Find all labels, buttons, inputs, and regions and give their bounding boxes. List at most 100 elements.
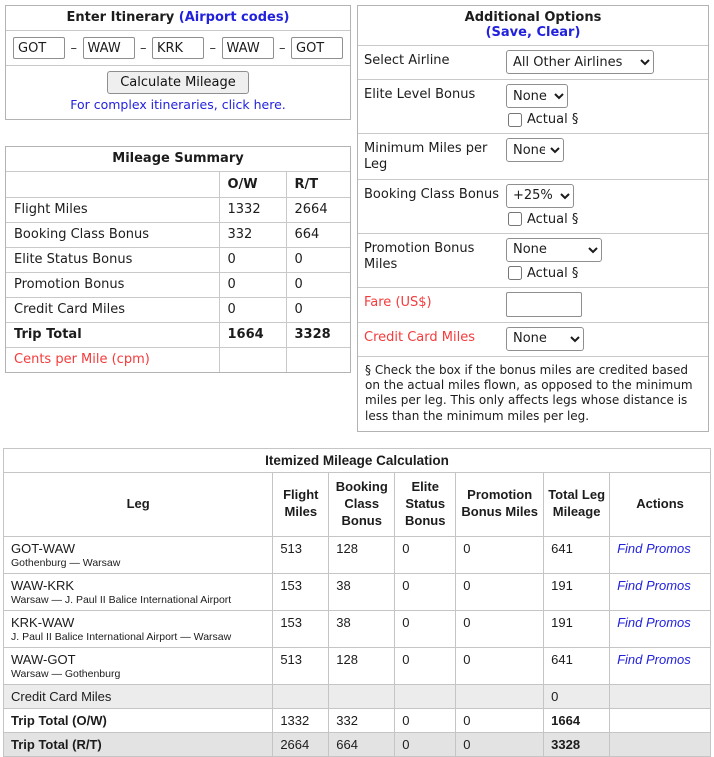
- find-promos-link[interactable]: Find Promos: [617, 576, 691, 593]
- promotion-bonus-label: Promotion Bonus Miles: [364, 238, 502, 282]
- dash-separator: –: [140, 41, 147, 56]
- leg-code: GOT-WAW: [11, 539, 265, 556]
- table-row: Booking Class Bonus 332 664: [6, 222, 350, 247]
- calculate-mileage-button[interactable]: Calculate Mileage: [107, 71, 249, 94]
- booking-bonus-value: 38: [329, 610, 395, 647]
- option-row-minimum-miles: Minimum Miles per Leg None: [358, 134, 708, 180]
- table-row: Trip Total 1664 3328: [6, 322, 350, 347]
- elite-bonus-value: 0: [395, 536, 456, 573]
- total-leg-value: 641: [544, 536, 610, 573]
- col-header-booking-class-bonus: Booking Class Bonus: [329, 472, 395, 536]
- leg-route: Warsaw — J. Paul II Balice International…: [11, 594, 265, 606]
- booking-class-select[interactable]: +25%: [506, 184, 574, 208]
- booking-bonus-value: 38: [329, 573, 395, 610]
- elite-actual-checkbox[interactable]: [508, 113, 522, 127]
- leg-row: KRK-WAW J. Paul II Balice International …: [4, 610, 711, 647]
- summary-col-rt: R/T: [286, 172, 350, 197]
- ow-value: 0: [219, 272, 286, 297]
- leg-route: Warsaw — Gothenburg: [11, 668, 265, 680]
- total-leg-value: 1664: [544, 708, 610, 732]
- itemized-mileage-table: Itemized Mileage Calculation Leg Flight …: [3, 448, 711, 757]
- credit-card-select[interactable]: None: [506, 327, 584, 351]
- col-header-actions: Actions: [610, 472, 711, 536]
- booking-bonus-value: 332: [329, 708, 395, 732]
- total-leg-value: 191: [544, 573, 610, 610]
- find-promos-link[interactable]: Find Promos: [617, 650, 691, 667]
- save-link[interactable]: Save: [492, 25, 527, 40]
- flight-miles-value: 1332: [273, 708, 329, 732]
- credit-card-label: Credit Card Miles: [364, 327, 502, 351]
- airport-input-1[interactable]: [13, 37, 65, 59]
- itemized-title-row: Itemized Mileage Calculation: [4, 448, 711, 472]
- ow-value: 1332: [219, 197, 286, 222]
- minimum-miles-label: Minimum Miles per Leg: [364, 138, 502, 174]
- row-label: Flight Miles: [6, 197, 219, 222]
- total-leg-value: 641: [544, 647, 610, 684]
- leg-route: Gothenburg — Warsaw: [11, 557, 265, 569]
- promo-bonus-value: 0: [456, 647, 544, 684]
- itemized-header-row: Leg Flight Miles Booking Class Bonus Eli…: [4, 472, 711, 536]
- elite-bonus-select[interactable]: None: [506, 84, 568, 108]
- airport-input-2[interactable]: [83, 37, 135, 59]
- dash-separator: –: [279, 41, 286, 56]
- booking-bonus-value: 128: [329, 647, 395, 684]
- rt-value: 3328: [286, 322, 350, 347]
- booking-bonus-value: 664: [329, 732, 395, 756]
- promo-bonus-value: 0: [456, 536, 544, 573]
- elite-bonus-value: 0: [395, 573, 456, 610]
- find-promos-link[interactable]: Find Promos: [617, 613, 691, 630]
- airport-codes-link[interactable]: (Airport codes): [179, 10, 290, 25]
- leg-code: KRK-WAW: [11, 613, 265, 630]
- airport-input-3[interactable]: [152, 37, 204, 59]
- col-header-flight-miles: Flight Miles: [273, 472, 329, 536]
- promo-bonus-value: 0: [456, 610, 544, 647]
- promotion-bonus-select[interactable]: None: [506, 238, 602, 262]
- row-label: Credit Card Miles: [4, 684, 273, 708]
- promo-bonus-value: 0: [456, 732, 544, 756]
- leg-code: WAW-KRK: [11, 576, 265, 593]
- left-column: Enter Itinerary (Airport codes) – – – – …: [5, 5, 351, 373]
- row-label: Cents per Mile (cpm): [6, 347, 219, 372]
- airport-input-5[interactable]: [291, 37, 343, 59]
- row-label: Elite Status Bonus: [6, 247, 219, 272]
- minimum-miles-select[interactable]: None: [506, 138, 564, 162]
- actual-label: Actual §: [527, 212, 578, 227]
- elite-bonus-label: Elite Level Bonus: [364, 84, 502, 128]
- top-section: Enter Itinerary (Airport codes) – – – – …: [0, 0, 714, 432]
- row-label: Trip Total (R/T): [4, 732, 273, 756]
- airport-input-4[interactable]: [222, 37, 274, 59]
- credit-card-miles-row: Credit Card Miles 0: [4, 684, 711, 708]
- promotion-actual-option: Actual §: [508, 266, 702, 281]
- actual-label: Actual §: [527, 266, 578, 281]
- airline-label: Select Airline: [364, 50, 502, 74]
- fare-input[interactable]: [506, 292, 582, 317]
- row-label: Trip Total (O/W): [4, 708, 273, 732]
- summary-header-row: O/W R/T: [6, 172, 350, 197]
- find-promos-link[interactable]: Find Promos: [617, 539, 691, 556]
- rt-value: 0: [286, 247, 350, 272]
- flight-miles-value: 513: [273, 536, 329, 573]
- col-header-leg: Leg: [4, 472, 273, 536]
- option-row-airline: Select Airline All Other Airlines: [358, 46, 708, 80]
- promotion-actual-checkbox[interactable]: [508, 266, 522, 280]
- itinerary-panel: Enter Itinerary (Airport codes) – – – – …: [5, 5, 351, 120]
- ow-value: 0: [219, 297, 286, 322]
- options-title-text: Additional Options: [362, 10, 704, 25]
- itinerary-actions: Calculate Mileage For complex itinerarie…: [6, 66, 350, 119]
- elite-bonus-value: 0: [395, 708, 456, 732]
- table-row: Elite Status Bonus 0 0: [6, 247, 350, 272]
- row-label: Credit Card Miles: [6, 297, 219, 322]
- actual-label: Actual §: [527, 112, 578, 127]
- leg-route: J. Paul II Balice International Airport …: [11, 631, 265, 643]
- rt-value: 664: [286, 222, 350, 247]
- table-row: Cents per Mile (cpm): [6, 347, 350, 372]
- clear-link[interactable]: Clear: [536, 25, 574, 40]
- airline-select[interactable]: All Other Airlines: [506, 50, 654, 74]
- col-header-promotion-bonus-miles: Promotion Bonus Miles: [456, 472, 544, 536]
- elite-bonus-value: 0: [395, 732, 456, 756]
- itinerary-panel-title: Enter Itinerary (Airport codes): [6, 6, 350, 31]
- booking-actual-checkbox[interactable]: [508, 212, 522, 226]
- additional-options-title: Additional Options (Save, Clear): [358, 6, 708, 46]
- option-row-credit-card: Credit Card Miles None: [358, 323, 708, 357]
- complex-itineraries-link[interactable]: For complex itineraries, click here.: [10, 97, 346, 112]
